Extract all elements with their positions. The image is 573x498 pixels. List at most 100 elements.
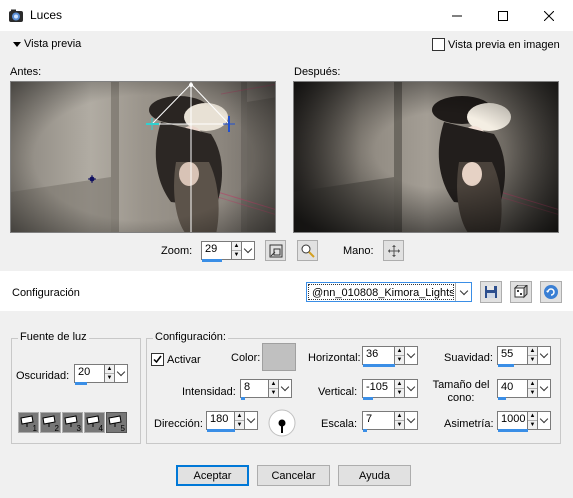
save-preset-button[interactable] [480, 281, 502, 303]
direction-dial[interactable] [268, 409, 296, 437]
horizontal-arrows[interactable]: ▲ ▼ [394, 346, 405, 365]
vertical-value: -105 [366, 381, 389, 393]
zoom-fit-button[interactable] [265, 240, 286, 261]
intensity-input[interactable]: 8 [240, 379, 268, 400]
up-arrow-icon[interactable]: ▲ [395, 347, 404, 355]
asymmetry-input[interactable]: 1000 [497, 411, 528, 432]
horizontal-input[interactable]: 36 [362, 346, 395, 367]
cone-size-dropdown[interactable] [538, 379, 551, 398]
darkness-input[interactable]: 20 [74, 364, 104, 385]
vertical-arrows[interactable]: ▲ ▼ [394, 379, 405, 398]
cone-size-spinner[interactable]: 40 ▲ ▼ [497, 379, 551, 400]
asymmetry-arrows[interactable]: ▲ ▼ [527, 411, 538, 430]
cone-size-input[interactable]: 40 [497, 379, 527, 400]
darkness-arrows[interactable]: ▲ ▼ [104, 364, 115, 383]
color-swatch[interactable] [262, 343, 296, 371]
smoothness-arrows[interactable]: ▲ ▼ [527, 346, 538, 365]
down-arrow-icon[interactable]: ▼ [528, 355, 537, 364]
up-arrow-icon[interactable]: ▲ [269, 380, 278, 388]
scale-arrows[interactable]: ▲ ▼ [394, 411, 405, 430]
cone-size-arrows[interactable]: ▲ ▼ [527, 379, 538, 398]
horizontal-value: 36 [366, 348, 379, 360]
zoom-input[interactable]: 29 [201, 241, 231, 262]
darkness-dropdown[interactable] [115, 364, 128, 383]
down-arrow-icon[interactable]: ▼ [528, 388, 537, 397]
smoothness-input[interactable]: 55 [497, 346, 527, 367]
down-arrow-icon[interactable]: ▼ [105, 373, 114, 382]
zoom-slider-fill [202, 259, 222, 262]
light-source-number: 1 [32, 424, 37, 433]
light-source-button-2[interactable]: 2 [40, 412, 61, 433]
horizontal-slider-fill [363, 364, 395, 367]
triangle-down-icon [13, 41, 21, 47]
down-arrow-icon[interactable]: ▼ [395, 388, 404, 397]
preset-dropdown[interactable] [455, 283, 471, 301]
random-button[interactable] [510, 281, 532, 303]
direction-spinner[interactable]: 180 ▲ ▼ [206, 411, 258, 432]
scale-slider-fill [363, 429, 367, 432]
light-source-button-3[interactable]: 3 [62, 412, 83, 433]
scale-input[interactable]: 7 [362, 411, 394, 432]
up-arrow-icon[interactable]: ▲ [528, 380, 537, 388]
vertical-input[interactable]: -105 [362, 379, 394, 400]
chevron-down-icon [246, 414, 256, 424]
smoothness-dropdown[interactable] [538, 346, 551, 365]
zoom-dropdown[interactable] [242, 241, 255, 260]
light-source-button-4[interactable]: 4 [84, 412, 105, 433]
close-button[interactable] [526, 0, 572, 31]
down-arrow-icon[interactable]: ▼ [395, 420, 404, 429]
preview-toggle[interactable]: Vista previa [13, 38, 81, 50]
asymmetry-spinner[interactable]: 1000 ▲ ▼ [497, 411, 551, 432]
down-arrow-icon[interactable]: ▼ [269, 388, 278, 397]
horizontal-spinner[interactable]: 36 ▲ ▼ [362, 346, 418, 367]
ok-button[interactable]: Aceptar [176, 465, 249, 486]
down-arrow-icon[interactable]: ▼ [395, 355, 404, 364]
hand-tool-button[interactable] [383, 240, 404, 261]
vertical-spinner[interactable]: -105 ▲ ▼ [362, 379, 418, 400]
intensity-dropdown[interactable] [279, 379, 292, 398]
up-arrow-icon[interactable]: ▲ [528, 347, 537, 355]
light-source-button-5[interactable]: 5 [106, 412, 127, 433]
up-arrow-icon[interactable]: ▲ [395, 380, 404, 388]
after-preview-image [294, 82, 558, 232]
before-preview[interactable] [10, 81, 276, 233]
cancel-button[interactable]: Cancelar [257, 465, 330, 486]
chevron-down-icon [280, 382, 290, 392]
asymmetry-dropdown[interactable] [538, 411, 551, 430]
checkbox-box[interactable] [151, 353, 164, 367]
maximize-button[interactable] [480, 0, 526, 31]
down-arrow-icon[interactable]: ▼ [528, 420, 537, 429]
up-arrow-icon[interactable]: ▲ [105, 365, 114, 373]
vertical-dropdown[interactable] [405, 379, 418, 398]
smoothness-spinner[interactable]: 55 ▲ ▼ [497, 346, 551, 367]
direction-input[interactable]: 180 [206, 411, 235, 432]
chevron-down-icon [406, 382, 416, 392]
zoom-spinner[interactable]: 29 ▲ ▼ [201, 241, 255, 262]
down-arrow-icon[interactable]: ▼ [232, 250, 241, 259]
down-arrow-icon[interactable]: ▼ [235, 420, 244, 429]
help-button[interactable]: Ayuda [338, 465, 411, 486]
light-source-button-1[interactable]: 1 [18, 412, 39, 433]
up-arrow-icon[interactable]: ▲ [395, 412, 404, 420]
reset-button[interactable] [540, 281, 562, 303]
direction-arrows[interactable]: ▲ ▼ [234, 411, 245, 430]
preset-select[interactable]: @nn_010808_Kimora_Lights... [306, 282, 472, 302]
activate-checkbox[interactable]: Activar [151, 352, 201, 367]
up-arrow-icon[interactable]: ▲ [235, 412, 244, 420]
horizontal-dropdown[interactable] [405, 346, 418, 365]
up-arrow-icon[interactable]: ▲ [528, 412, 537, 420]
scale-dropdown[interactable] [405, 411, 418, 430]
zoom-arrows[interactable]: ▲ ▼ [231, 241, 242, 260]
move-icon [387, 244, 400, 257]
darkness-spinner[interactable]: 20 ▲ ▼ [74, 364, 128, 385]
direction-dropdown[interactable] [245, 411, 258, 430]
intensity-arrows[interactable]: ▲ ▼ [268, 379, 279, 398]
scale-spinner[interactable]: 7 ▲ ▼ [362, 411, 418, 432]
image-preview-checkbox[interactable]: Vista previa en imagen [432, 37, 560, 52]
minimize-button[interactable] [434, 0, 480, 31]
chevron-down-icon [116, 367, 126, 377]
intensity-spinner[interactable]: 8 ▲ ▼ [240, 379, 292, 400]
checkbox-box[interactable] [432, 38, 445, 52]
zoom-actual-button[interactable] [297, 240, 318, 261]
up-arrow-icon[interactable]: ▲ [232, 242, 241, 250]
